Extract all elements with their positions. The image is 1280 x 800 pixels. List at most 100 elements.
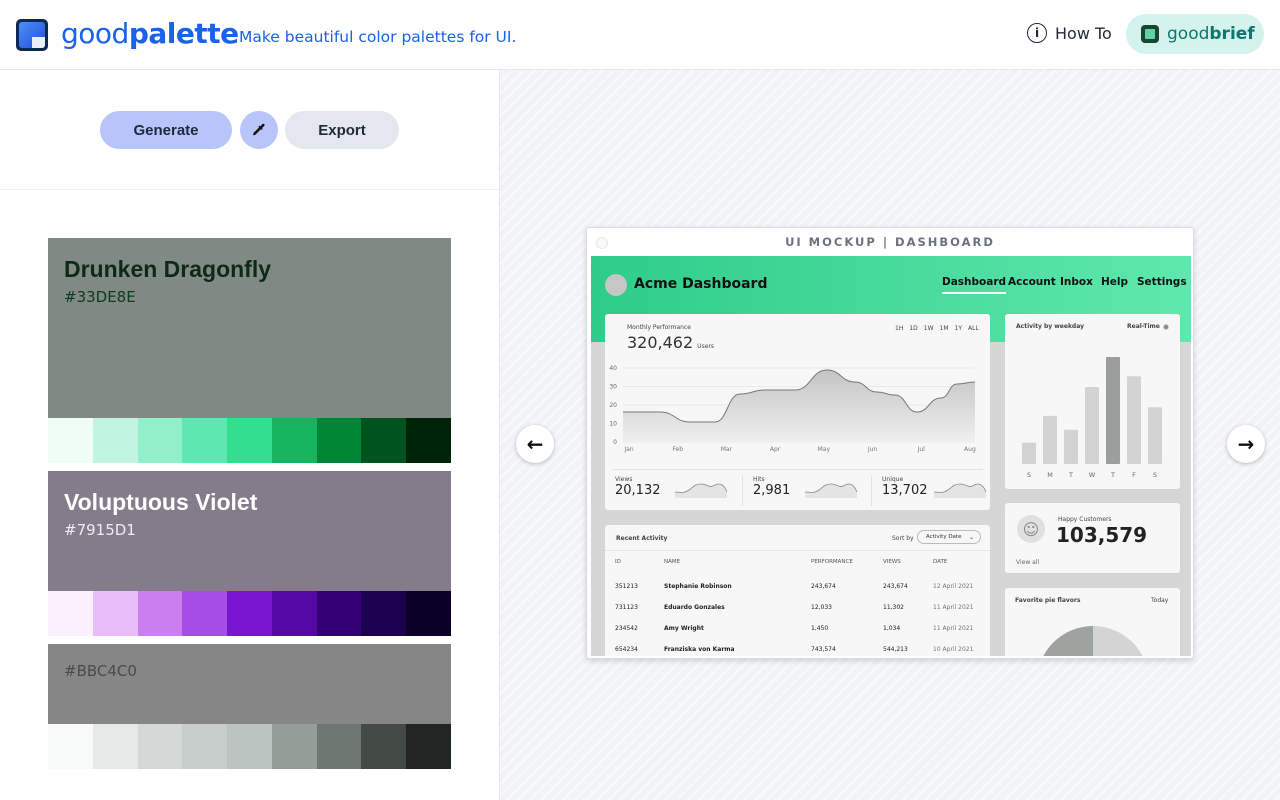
palette-main-swatch[interactable]: #BBC4C0 [48,644,451,724]
shade-swatch[interactable] [182,724,228,769]
shade-swatch[interactable] [361,591,407,636]
shade-swatch[interactable] [316,591,362,636]
arrow-right-icon: → [1237,432,1255,456]
nav-inbox[interactable]: Inbox [1060,276,1093,288]
nav-settings[interactable]: Settings [1137,276,1187,288]
weekday-label: S [1153,471,1157,479]
goodpalette-logo-icon[interactable] [16,19,48,51]
palette-panel: Generate Export Drunken Dragonfly #33DE8… [0,70,500,800]
shade-swatch[interactable] [48,591,93,636]
weekday-bar [1022,442,1036,464]
next-mockup-button[interactable]: → [1227,425,1265,463]
shade-swatch[interactable] [92,418,138,463]
shade-swatch[interactable] [316,724,362,769]
month-label: Jun [867,446,878,453]
activity-title: Recent Activity [616,535,668,542]
arrow-left-icon: ← [526,432,544,456]
shade-swatch[interactable] [48,418,93,463]
month-label: Mar [721,446,733,453]
shade-swatch[interactable] [227,418,272,463]
eyedropper-icon [253,123,265,136]
shade-swatch[interactable] [227,724,272,769]
shade-swatch[interactable] [92,724,138,769]
shade-swatch[interactable] [182,591,228,636]
stat-item: Views 20,132 [613,476,735,506]
shade-swatch[interactable] [406,591,452,636]
range-option[interactable]: 1M [940,325,949,332]
shade-swatch[interactable] [406,418,452,463]
shade-swatch[interactable] [227,591,272,636]
stat-sparkline [805,483,858,498]
goodbrief-button[interactable]: goodbrief [1126,14,1264,54]
performance-unit: Users [697,343,714,350]
range-option[interactable]: ALL [968,325,979,332]
palette-hex: #33DE8E [64,288,136,306]
export-button[interactable]: Export [285,111,399,149]
customers-label: Happy Customers [1058,516,1112,523]
generate-button[interactable]: Generate [100,111,232,149]
weekday-chart: SMTWTFS [1022,357,1162,479]
range-option[interactable]: 1W [924,325,934,332]
stat-sparkline [675,483,728,498]
column-header[interactable]: ID [615,559,621,565]
range-option[interactable]: 1H [895,325,903,332]
column-header[interactable]: VIEWS [883,559,901,565]
table-cell: 243,674 [811,583,836,590]
month-label: Feb [672,446,683,453]
sort-select[interactable]: Activity Date ⌄ [917,530,981,544]
customers-card: ☺ Happy Customers 103,579 View all [1005,503,1180,573]
sort-label: Sort by [892,535,914,542]
goodbrief-logo-icon [1141,25,1159,43]
activity-card: Recent Activity Sort by Activity Date ⌄ I… [605,525,990,656]
shade-swatch[interactable] [271,724,317,769]
weekday-label: M [1047,471,1053,479]
nav-dashboard[interactable]: Dashboard [942,276,1007,294]
shade-swatch[interactable] [137,591,183,636]
range-selector: 1H 1D 1W 1M 1Y ALL [895,325,979,332]
table-cell: 12,033 [811,604,832,611]
palette-card-green[interactable]: Drunken Dragonfly #33DE8E [48,238,452,463]
palette-card-gray[interactable]: #BBC4C0 [48,644,452,769]
shade-swatch[interactable] [406,724,452,769]
shade-swatch[interactable] [137,724,183,769]
weekday-bar [1106,357,1120,464]
brand-name[interactable]: goodpalette [61,17,239,50]
weekday-bar [1127,376,1141,464]
table-cell: 351213 [615,583,638,590]
column-header[interactable]: PERFORMANCE [811,559,853,565]
month-label: Jan [623,446,633,453]
palette-main-swatch[interactable]: Voluptuous Violet #7915D1 [48,471,451,591]
shade-swatch[interactable] [361,418,407,463]
color-picker-button[interactable] [240,111,278,149]
palette-hex: #BBC4C0 [64,662,137,680]
shade-swatch[interactable] [271,418,317,463]
stat-item: Unique 13,702 [871,476,993,506]
pie-chart [1043,626,1143,656]
weekday-bar [1064,429,1078,464]
table-cell: 743,574 [811,646,836,653]
palette-card-violet[interactable]: Voluptuous Violet #7915D1 [48,471,452,636]
column-header[interactable]: NAME [664,559,680,565]
chevron-down-icon: ⌄ [968,533,974,541]
nav-account[interactable]: Account [1008,276,1056,288]
y-tick-label: 20 [609,402,617,409]
how-to-link[interactable]: i How To [1027,23,1112,43]
shade-swatch[interactable] [137,418,183,463]
weekday-label: T [1068,471,1073,479]
range-option[interactable]: 1D [909,325,917,332]
palette-main-swatch[interactable]: Drunken Dragonfly #33DE8E [48,238,451,418]
view-all-link[interactable]: View all [1016,559,1039,566]
shade-swatch[interactable] [271,591,317,636]
shade-swatch[interactable] [48,724,93,769]
table-cell: 11,302 [883,604,904,611]
shade-swatch[interactable] [361,724,407,769]
prev-mockup-button[interactable]: ← [516,425,554,463]
palette-shades [48,418,452,463]
nav-help[interactable]: Help [1101,276,1128,288]
range-option[interactable]: 1Y [955,325,962,332]
shade-swatch[interactable] [316,418,362,463]
shade-swatch[interactable] [92,591,138,636]
column-header[interactable]: DATE [933,559,947,565]
table-cell: 1,034 [883,625,901,632]
shade-swatch[interactable] [182,418,228,463]
